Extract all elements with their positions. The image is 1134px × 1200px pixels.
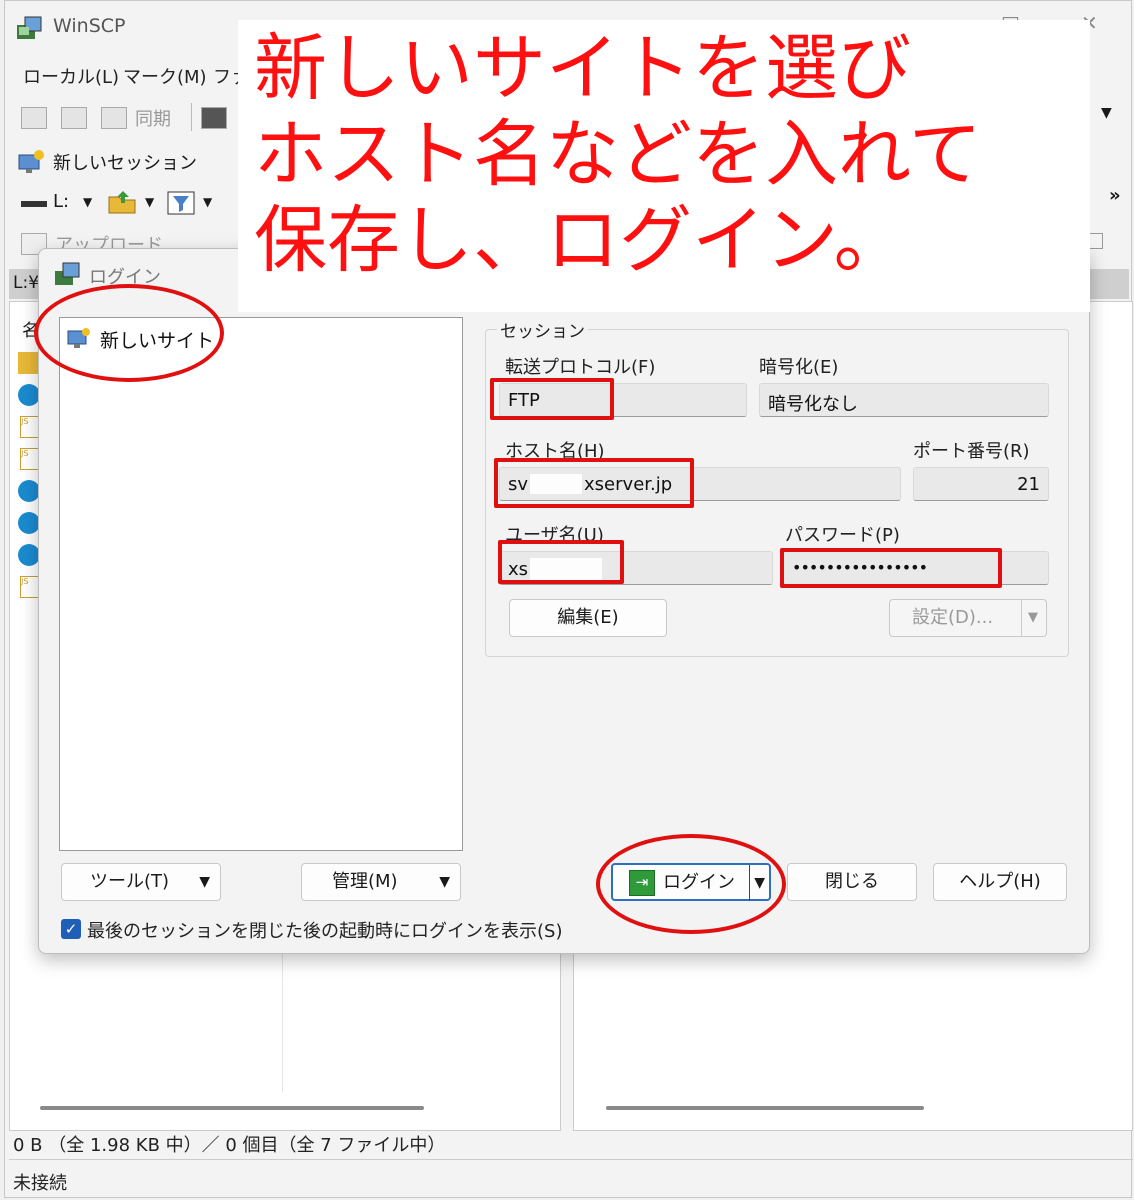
help-button[interactable]: ヘルプ(H): [933, 863, 1067, 901]
status-divider: [9, 1159, 1133, 1160]
filter-dropdown-icon[interactable]: ▼: [203, 195, 212, 209]
menu-mark[interactable]: マーク(M): [123, 63, 207, 89]
filter-icon[interactable]: [167, 191, 195, 215]
toolbar-dropdown-icon[interactable]: ▼: [1101, 105, 1112, 121]
annotation-line-2: ホスト名などを入れて: [254, 112, 982, 197]
site-tree[interactable]: 新しいサイト: [59, 317, 463, 851]
sync-icon[interactable]: [101, 107, 127, 129]
compare-icon[interactable]: [21, 107, 47, 129]
edit-button[interactable]: 編集(E): [509, 599, 667, 637]
drive-dropdown-icon[interactable]: ▼: [83, 195, 92, 209]
winscp-app-icon: [17, 16, 42, 39]
drive-selector[interactable]: L:: [53, 191, 69, 212]
app-title: WinSCP: [53, 15, 126, 37]
queue-icon[interactable]: [61, 107, 87, 129]
manage-button[interactable]: 管理(M) ▼: [301, 863, 461, 901]
tools-dropdown-icon: ▼: [199, 874, 210, 890]
folder-dropdown-icon[interactable]: ▼: [145, 195, 154, 209]
open-folder-icon[interactable]: [107, 189, 137, 215]
password-label: パスワード(P): [785, 525, 900, 546]
highlight-host-rect: [494, 458, 694, 508]
toolbar-overflow-icon[interactable]: »: [1109, 185, 1121, 206]
port-label: ポート番号(R): [913, 441, 1030, 462]
manage-dropdown-icon: ▼: [439, 874, 450, 890]
annotation-line-1: 新しいサイトを選び: [254, 26, 911, 111]
port-field[interactable]: 21: [913, 467, 1049, 501]
menu-local[interactable]: ローカル(L): [23, 63, 119, 89]
highlight-login-ellipse: [596, 834, 786, 934]
edge-file-icon[interactable]: [18, 480, 40, 502]
right-horizontal-scrollbar[interactable]: [606, 1106, 924, 1110]
drive-icon: [21, 201, 47, 207]
left-horizontal-scrollbar[interactable]: [40, 1106, 424, 1110]
settings-dropdown-icon[interactable]: ▼: [1021, 600, 1038, 636]
settings-button[interactable]: 設定(D)... ▼: [889, 599, 1047, 637]
column-divider: [282, 952, 283, 1092]
new-session-icon: [18, 150, 44, 173]
new-session-tab[interactable]: 新しいセッション: [53, 149, 197, 175]
manage-button-label: 管理(M): [332, 871, 398, 892]
annotation-text: 新しいサイトを選び ホスト名などを入れて 保存し、ログイン。: [254, 26, 982, 284]
edge-file-icon[interactable]: [18, 512, 40, 534]
show-login-checkbox-label: 最後のセッションを閉じた後の起動時にログインを表示(S): [87, 921, 563, 942]
selection-status: 0 B （全 1.98 KB 中）／ 0 個目（全 7 ファイル中）: [13, 1135, 446, 1156]
show-login-checkbox[interactable]: ✓: [61, 919, 81, 939]
parent-folder-icon[interactable]: [18, 352, 40, 374]
annotation-line-3: 保存し、ログイン。: [254, 198, 907, 283]
encryption-select[interactable]: 暗号化なし: [759, 383, 1049, 417]
protocol-label: 転送プロトコル(F): [505, 357, 656, 378]
tools-button-label: ツール(T): [90, 871, 170, 892]
connection-status: 未接続: [13, 1173, 67, 1194]
tools-button[interactable]: ツール(T) ▼: [61, 863, 221, 901]
edge-file-icon[interactable]: [18, 384, 40, 406]
session-group-label: セッション: [497, 317, 588, 342]
settings-button-label: 設定(D)...: [912, 607, 994, 628]
right-path: [1085, 269, 1129, 299]
encryption-label: 暗号化(E): [759, 357, 839, 378]
close-button[interactable]: 閉じる: [787, 863, 917, 901]
sync-label[interactable]: 同期: [135, 105, 171, 131]
edge-file-icon[interactable]: [18, 544, 40, 566]
highlight-site-ellipse: [34, 284, 224, 382]
highlight-protocol-rect: [490, 378, 614, 420]
toolbar-separator: [191, 103, 192, 131]
highlight-user-rect: [498, 540, 624, 584]
terminal-icon[interactable]: [201, 107, 227, 129]
highlight-password-rect: [780, 548, 1002, 588]
login-dialog-icon: [55, 262, 80, 285]
